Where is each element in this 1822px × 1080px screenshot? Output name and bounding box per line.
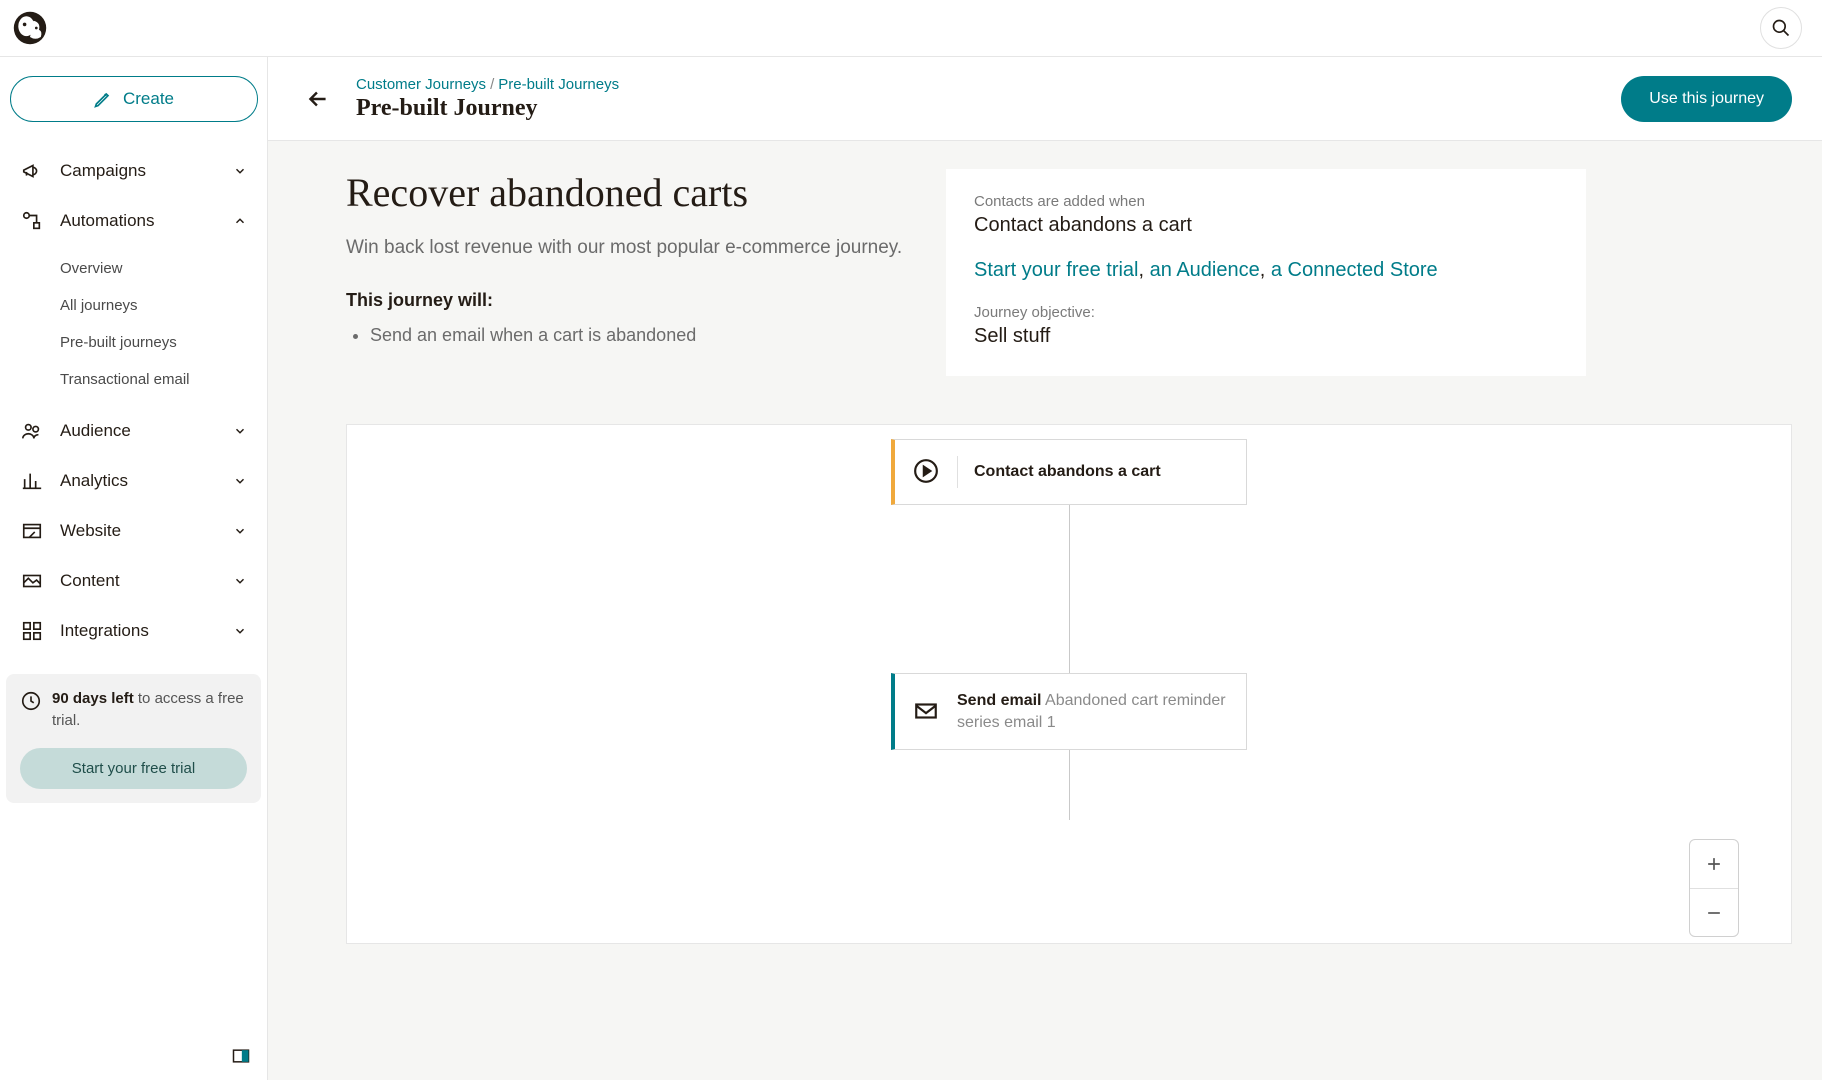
chevron-down-icon — [233, 524, 247, 538]
megaphone-icon — [20, 159, 44, 183]
mail-icon — [913, 698, 941, 726]
link-connected-store[interactable]: a Connected Store — [1271, 259, 1438, 281]
trial-text: 90 days left to access a free trial. — [52, 688, 247, 732]
sidebar-item-label: Automations — [60, 211, 233, 231]
info-objective-label: Journey objective: — [974, 304, 1558, 321]
journey-node-action[interactable]: Send email Abandoned cart reminder serie… — [891, 673, 1247, 750]
page-title: Pre-built Journey — [356, 95, 1597, 122]
arrow-left-icon — [305, 86, 331, 112]
minus-icon — [1704, 903, 1724, 923]
breadcrumb-link-prebuilt-journeys[interactable]: Pre-built Journeys — [498, 76, 619, 93]
users-icon — [20, 419, 44, 443]
journey-info-card: Contacts are added when Contact abandons… — [946, 169, 1586, 376]
sidebar-subitem-all-journeys[interactable]: All journeys — [0, 287, 267, 324]
start-trial-button[interactable]: Start your free trial — [20, 748, 247, 789]
sidebar-item-automations[interactable]: Automations — [0, 196, 267, 246]
pencil-icon — [93, 89, 113, 109]
connector — [1069, 505, 1070, 673]
search-button[interactable] — [1760, 7, 1802, 49]
info-added-value: Contact abandons a cart — [974, 214, 1558, 237]
journey-title: Recover abandoned carts — [346, 169, 906, 216]
sidebar-subitem-transactional[interactable]: Transactional email — [0, 361, 267, 398]
sidebar-item-website[interactable]: Website — [0, 506, 267, 556]
journey-node-start[interactable]: Contact abandons a cart — [891, 439, 1247, 505]
window-icon — [20, 519, 44, 543]
sidebar-item-label: Website — [60, 521, 233, 541]
journey-will-heading: This journey will: — [346, 290, 906, 311]
sidebar-item-label: Campaigns — [60, 161, 233, 181]
grid-icon — [20, 619, 44, 643]
search-icon — [1771, 18, 1791, 38]
sidebar-item-content[interactable]: Content — [0, 556, 267, 606]
chevron-down-icon — [233, 424, 247, 438]
image-icon — [20, 569, 44, 593]
sidebar-item-label: Integrations — [60, 621, 233, 641]
create-button[interactable]: Create — [10, 76, 258, 122]
journey-subtitle: Win back lost revenue with our most popu… — [346, 234, 906, 262]
flow-icon — [20, 209, 44, 233]
node-action-prefix: Send email — [957, 692, 1041, 709]
sidebar-item-label: Content — [60, 571, 233, 591]
chevron-down-icon — [233, 164, 247, 178]
journey-will-item: Send an email when a cart is abandoned — [370, 325, 906, 346]
info-added-label: Contacts are added when — [974, 193, 1558, 210]
play-circle-icon — [913, 458, 941, 486]
sidebar-subitem-prebuilt-journeys[interactable]: Pre-built journeys — [0, 324, 267, 361]
sidebar-item-audience[interactable]: Audience — [0, 406, 267, 456]
use-journey-button[interactable]: Use this journey — [1621, 76, 1792, 122]
bars-icon — [20, 469, 44, 493]
sidebar-item-label: Audience — [60, 421, 233, 441]
back-button[interactable] — [304, 85, 332, 113]
chevron-down-icon — [233, 474, 247, 488]
breadcrumb-link-customer-journeys[interactable]: Customer Journeys — [356, 76, 486, 93]
divider — [957, 456, 958, 488]
journey-canvas[interactable]: Contact abandons a cart Send email Aband… — [346, 424, 1792, 944]
node-start-label: Contact abandons a cart — [974, 463, 1161, 480]
chevron-down-icon — [233, 624, 247, 638]
chevron-down-icon — [233, 574, 247, 588]
plus-icon — [1704, 854, 1724, 874]
sidebar-item-integrations[interactable]: Integrations — [0, 606, 267, 656]
zoom-in-button[interactable] — [1690, 840, 1738, 888]
connector — [1069, 750, 1070, 820]
sidebar: Create Campaigns Automations Overview Al… — [0, 57, 268, 1080]
link-audience[interactable]: an Audience — [1150, 259, 1260, 281]
sidebar-item-analytics[interactable]: Analytics — [0, 456, 267, 506]
clock-icon — [20, 690, 42, 712]
mailchimp-logo[interactable] — [12, 10, 48, 46]
info-requirements: Start your free trial, an Audience, a Co… — [974, 259, 1558, 282]
link-start-trial[interactable]: Start your free trial — [974, 259, 1139, 281]
chevron-up-icon — [233, 214, 247, 228]
panel-toggle-icon[interactable] — [231, 1046, 251, 1066]
breadcrumb: Customer Journeys/Pre-built Journeys — [356, 76, 1597, 93]
sidebar-item-campaigns[interactable]: Campaigns — [0, 146, 267, 196]
zoom-out-button[interactable] — [1690, 888, 1738, 936]
zoom-controls — [1689, 839, 1739, 937]
create-label: Create — [123, 89, 174, 109]
sidebar-item-label: Analytics — [60, 471, 233, 491]
trial-card: 90 days left to access a free trial. Sta… — [6, 674, 261, 803]
sidebar-subitem-overview[interactable]: Overview — [0, 250, 267, 287]
subheader: Customer Journeys/Pre-built Journeys Pre… — [268, 57, 1822, 141]
info-objective-value: Sell stuff — [974, 325, 1558, 348]
